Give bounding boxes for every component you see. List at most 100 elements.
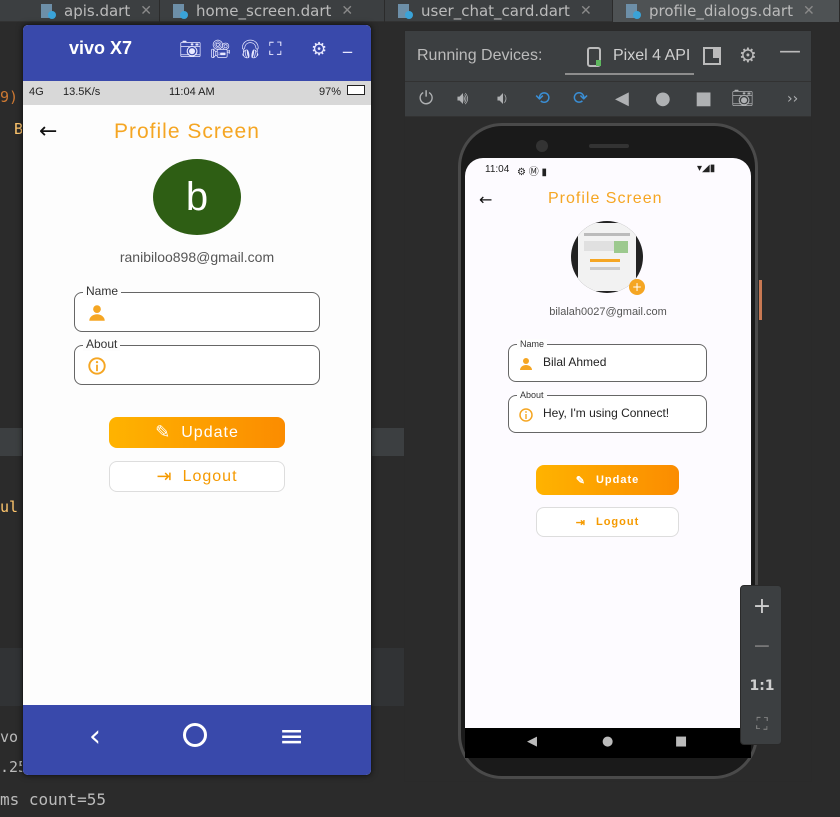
editor-tab-bar: apis.dart ✕ home_screen.dart ✕ user_chat… — [0, 0, 840, 22]
back-icon[interactable]: ◀ — [615, 88, 629, 109]
overview-icon[interactable]: ■ — [695, 88, 712, 109]
name-field[interactable]: Name Bilal Ahmed — [508, 339, 707, 382]
zoom-out-button[interactable]: − — [741, 634, 783, 659]
tab-apis-dart[interactable]: apis.dart ✕ — [0, 0, 160, 22]
zoom-actual-size-button[interactable]: 1:1 — [741, 678, 783, 694]
logout-button-label: Logout — [595, 516, 640, 528]
about-field-label: About — [517, 390, 547, 400]
rotate-right-icon[interactable]: ⟳ — [573, 88, 588, 109]
update-button-label: Update — [181, 423, 239, 441]
device-tab-pixel-4[interactable]: Pixel 4 API — [565, 39, 695, 75]
nav-back-icon[interactable]: ◀ — [527, 734, 537, 749]
name-field[interactable]: Name — [74, 284, 320, 332]
camera-screenshot-icon[interactable]: 📷︎ — [731, 88, 754, 109]
update-button-label: Update — [595, 474, 640, 486]
page-title: Profile Screen — [114, 120, 260, 143]
tab-label: profile_dialogs.dart — [649, 2, 793, 20]
home-icon[interactable]: ● — [655, 88, 671, 109]
close-icon[interactable]: ✕ — [580, 3, 592, 19]
dart-file-icon — [398, 4, 413, 19]
avatar-image — [578, 223, 636, 291]
vivo-screen[interactable]: ← Profile Screen b ranibiloo898@gmail.co… — [23, 105, 371, 705]
logout-button-label: Logout — [182, 467, 238, 485]
zoom-in-button[interactable]: + — [741, 594, 783, 619]
pixel-screen[interactable]: 11:04 ⚙ Ⓜ ▮ ▾◢▮ ← Profile Screen + bilal… — [465, 158, 751, 728]
fullscreen-icon[interactable]: ⛶ — [269, 39, 282, 60]
power-icon[interactable]: ⏻ — [419, 88, 433, 109]
nav-back-icon[interactable]: ‹ — [89, 719, 101, 754]
vivo-status-time: 11:04 AM — [169, 86, 215, 98]
code-fragment: ul — [0, 498, 19, 516]
tab-label: user_chat_card.dart — [421, 2, 570, 20]
back-arrow-icon[interactable]: ← — [39, 119, 57, 144]
battery-icon — [347, 85, 365, 95]
person-icon — [89, 305, 105, 321]
close-icon[interactable]: ✕ — [341, 3, 353, 19]
pencil-icon: ✎ — [575, 474, 586, 487]
vivo-window-title: vivo X7 — [69, 38, 133, 58]
code-fragment: vo — [0, 728, 19, 746]
about-field[interactable]: About Hey, I'm using Connect! — [508, 390, 707, 433]
info-icon — [519, 408, 533, 422]
name-field-value: Bilal Ahmed — [543, 355, 607, 369]
dart-file-icon — [41, 4, 56, 19]
about-field-label: About — [83, 337, 121, 351]
headphones-icon[interactable]: 🎧︎ — [239, 39, 262, 60]
volume-down-icon[interactable]: 🔉︎ — [497, 88, 508, 109]
settings-gear-icon[interactable]: ⚙ — [739, 43, 757, 67]
pixel-status-time: 11:04 — [485, 164, 510, 175]
dart-file-icon — [626, 4, 641, 19]
profile-email: ranibiloo898@gmail.com — [119, 249, 275, 265]
update-button[interactable]: ✎ Update — [109, 417, 285, 448]
logout-button[interactable]: ⇥ Logout — [536, 507, 679, 537]
tab-home-screen-dart[interactable]: home_screen.dart ✕ — [160, 0, 385, 22]
more-icon[interactable]: ›› — [787, 91, 798, 107]
edit-avatar-button[interactable]: + — [629, 279, 645, 295]
update-button[interactable]: ✎ Update — [536, 465, 679, 495]
network-speed: 13.5K/s — [63, 86, 101, 98]
phone-icon — [587, 47, 601, 67]
minimize-icon[interactable]: _ — [343, 33, 352, 54]
front-camera — [536, 140, 548, 152]
layout-icon[interactable] — [703, 47, 721, 65]
about-field[interactable]: About — [74, 337, 320, 385]
minimize-icon[interactable]: — — [779, 39, 801, 64]
device-toolbar: ⏻ 🔊︎ 🔉︎ ⟲ ⟳ ◀ ● ■ 📷︎ ›› — [405, 81, 811, 117]
code-fragment: 9) — [0, 88, 19, 106]
profile-avatar[interactable]: b — [153, 159, 241, 235]
nav-menu-icon[interactable]: ≡ — [279, 719, 304, 754]
close-icon[interactable]: ✕ — [140, 3, 152, 19]
logout-button[interactable]: ⇥ Logout — [109, 461, 285, 492]
record-video-icon[interactable]: 🎥︎ — [209, 39, 232, 60]
person-icon — [520, 358, 532, 370]
zoom-fit-icon[interactable]: ⛶ — [741, 714, 783, 734]
nav-overview-icon[interactable]: ■ — [675, 734, 687, 749]
desktop: apis.dart ✕ home_screen.dart ✕ user_chat… — [0, 0, 840, 817]
settings-gear-icon[interactable]: ⚙ — [311, 39, 327, 60]
tab-label: home_screen.dart — [196, 2, 332, 20]
tab-profile-dialogs-dart[interactable]: profile_dialogs.dart ✕ — [613, 0, 840, 22]
back-arrow-icon[interactable]: ← — [479, 190, 492, 209]
console-output: ms count=55 — [0, 790, 106, 809]
tab-label: apis.dart — [64, 2, 131, 20]
volume-up-icon[interactable]: 🔊︎ — [457, 88, 468, 109]
logout-icon: ⇥ — [575, 516, 586, 529]
vivo-mirror-window: vivo X7 📷︎ 🎥︎ 🎧︎ ⛶ ⚙ _ 4G 13.5K/s 11:04 … — [22, 24, 372, 776]
vivo-title-bar: vivo X7 📷︎ 🎥︎ 🎧︎ ⛶ ⚙ _ — [23, 25, 371, 81]
screenshot-camera-icon[interactable]: 📷︎ — [179, 39, 202, 60]
info-icon — [88, 357, 106, 375]
pixel-status-bar: 11:04 ⚙ Ⓜ ▮ ▾◢▮ — [465, 158, 751, 180]
vivo-nav-bar: ‹ ≡ — [23, 705, 371, 775]
nav-home-icon[interactable] — [183, 723, 207, 747]
signal-battery-icons: ▾◢▮ — [697, 163, 716, 174]
rotate-left-icon[interactable]: ⟲ — [535, 88, 550, 109]
name-field-label: Name — [83, 284, 122, 298]
status-icons: ⚙ Ⓜ ▮ — [517, 167, 548, 178]
logout-icon: ⇥ — [156, 466, 173, 486]
nav-home-icon[interactable]: ● — [602, 734, 613, 749]
network-indicator: 4G — [29, 86, 44, 98]
tab-user-chat-card-dart[interactable]: user_chat_card.dart ✕ — [385, 0, 613, 22]
pencil-icon: ✎ — [155, 422, 172, 442]
close-icon[interactable]: ✕ — [803, 3, 815, 19]
pixel-nav-bar: ◀ ● ■ — [465, 728, 751, 758]
